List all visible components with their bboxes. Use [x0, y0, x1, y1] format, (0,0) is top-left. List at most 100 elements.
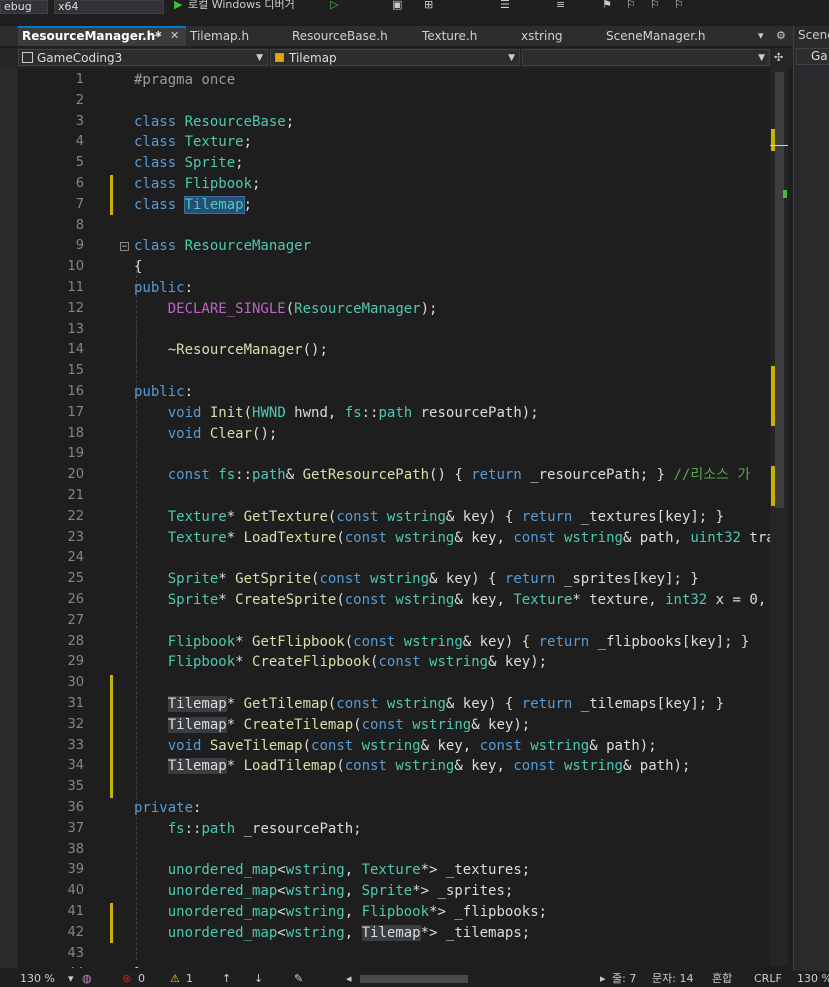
side-nav-combo[interactable]: Ga — [796, 48, 829, 65]
warning-icon[interactable]: ⚠ — [170, 971, 180, 987]
code-token: const — [513, 529, 564, 546]
class-icon — [275, 53, 284, 62]
eol-mode[interactable]: CRLF — [754, 971, 782, 987]
code-token: Clear — [209, 425, 253, 442]
health-icon[interactable]: ◍ — [82, 971, 92, 987]
project-label: GameCoding3 — [37, 51, 123, 65]
tab-tilemap-h[interactable]: Tilemap.h — [186, 26, 286, 46]
config-dropdown[interactable]: ebug — [0, 0, 48, 14]
chevron-down-icon[interactable]: ▾ — [68, 971, 74, 987]
code-token: * — [218, 592, 236, 608]
indent-mode[interactable]: 혼합 — [712, 971, 732, 987]
scroll-left-icon[interactable]: ◂ — [346, 971, 352, 987]
code-token: & key, — [454, 592, 514, 608]
error-count: 0 — [138, 972, 145, 985]
code-token: wstring — [285, 862, 345, 879]
line-number: 13 — [67, 321, 84, 337]
code-token: *> _sprites; — [412, 883, 514, 900]
line-indicator[interactable]: 줄: 7 — [612, 971, 636, 987]
line-number: 42 — [67, 924, 84, 940]
line-number: 11 — [67, 280, 84, 295]
code-token: * — [218, 571, 236, 588]
code-text: void Clear(); — [134, 424, 278, 444]
code-token: const — [167, 467, 219, 484]
code-token: const — [378, 654, 430, 671]
line-number: 6 — [75, 176, 84, 191]
chevron-down-icon[interactable]: ▾ — [758, 29, 764, 42]
line-number: 5 — [75, 155, 84, 171]
member-dropdown[interactable]: ▼ — [522, 49, 770, 66]
line-number: 26 — [67, 592, 84, 607]
code-token: wstring — [395, 529, 455, 546]
brush-icon[interactable]: ✎ — [294, 971, 303, 987]
bookmark-icon[interactable]: ⚐ — [650, 0, 660, 10]
code-token: < — [277, 883, 286, 900]
side-tab-label[interactable]: Scene — [798, 28, 829, 42]
scroll-change-marker — [771, 129, 775, 151]
platform-dropdown[interactable]: x64 — [54, 0, 164, 14]
project-dropdown[interactable]: GameCoding3 ▼ — [18, 49, 268, 66]
char-indicator[interactable]: 문자: 14 — [652, 971, 693, 987]
bookmark-icon[interactable]: ⚐ — [674, 0, 684, 10]
toolbar-tool-icon[interactable]: ☰ — [500, 0, 510, 10]
collapse-toggle-icon[interactable]: − — [120, 242, 129, 252]
line-number: 25 — [67, 571, 84, 587]
tab-resourcebase-h[interactable]: ResourceBase.h — [288, 26, 416, 46]
chevron-down-icon: ▼ — [508, 53, 515, 63]
bookmark-icon[interactable]: ⚐ — [626, 0, 636, 10]
pin-icon[interactable]: ⊸ — [151, 29, 160, 42]
line-number: 34 — [67, 758, 84, 774]
scroll-right-icon[interactable]: ▸ — [600, 971, 606, 987]
tab-texture-h[interactable]: Texture.h — [418, 26, 514, 46]
code-token: ( — [243, 404, 253, 421]
horizontal-scrollbar-thumb[interactable] — [360, 975, 468, 983]
line-number: 44 — [40, 964, 84, 968]
code-editor[interactable]: − 1 #pragma once 2 3 class ResourceBase; 4 cl… — [40, 70, 770, 968]
code-token: wstring — [370, 571, 430, 588]
bookmark-icon[interactable]: ⚑ — [602, 0, 612, 10]
code-token: wstring — [285, 883, 345, 900]
code-token: ResourceManager — [184, 238, 312, 255]
tab-scenemanager-h[interactable]: SceneManager.h — [602, 26, 738, 46]
split-icon[interactable]: ✣ — [774, 51, 783, 64]
code-token: const — [344, 758, 396, 775]
code-token: * — [235, 654, 253, 671]
run-debugger-button[interactable]: 로컬 Windows 디버거 — [188, 0, 308, 10]
code-token: ; — [243, 134, 253, 151]
side-panel: Scene Ga — [793, 26, 829, 971]
code-token: const — [336, 696, 387, 712]
arrow-up-icon[interactable]: ↑ — [222, 971, 231, 987]
code-token: const — [344, 592, 396, 608]
scope-dropdown[interactable]: Tilemap ▼ — [270, 49, 520, 66]
arrow-down-icon[interactable]: ↓ — [254, 971, 263, 987]
code-token: _flipbooks[key]; } — [597, 633, 750, 650]
line-number: 12 — [67, 300, 84, 316]
code-token: path — [252, 467, 286, 484]
toolbar-tool-icon[interactable]: ≡ — [556, 0, 565, 10]
tab-label: Texture.h — [422, 29, 478, 43]
scrollbar-thumb[interactable] — [775, 72, 784, 508]
start-without-debug-icon[interactable]: ▷ — [330, 0, 338, 10]
gear-icon[interactable]: ⚙ — [776, 29, 786, 42]
code-text: Tilemap* CreateTilemap(const wstring& ke… — [134, 715, 530, 735]
tab-label: xstring — [521, 29, 563, 43]
code-token: const — [344, 529, 396, 546]
tab-xstring[interactable]: xstring — [517, 26, 601, 46]
zoom-level[interactable]: 130 % — [20, 971, 55, 987]
tab-resourcemanager-h[interactable]: ResourceManager.h* — [18, 26, 186, 46]
code-token: SaveTilemap — [209, 737, 303, 754]
code-token: ; — [243, 196, 253, 213]
code-token: hwnd, — [285, 404, 345, 421]
toolbar-tool-icon[interactable]: ⊞ — [424, 0, 433, 10]
play-icon[interactable]: ▶ — [174, 0, 182, 10]
error-icon[interactable]: ⊗ — [122, 971, 131, 987]
code-token: & path); — [589, 737, 657, 754]
code-token: const — [319, 571, 371, 588]
toolbar-tool-icon[interactable]: ▣ — [392, 0, 402, 10]
code-token: class — [134, 113, 185, 130]
close-icon[interactable]: ✕ — [170, 29, 179, 42]
code-token: *> _textures; — [420, 862, 531, 879]
